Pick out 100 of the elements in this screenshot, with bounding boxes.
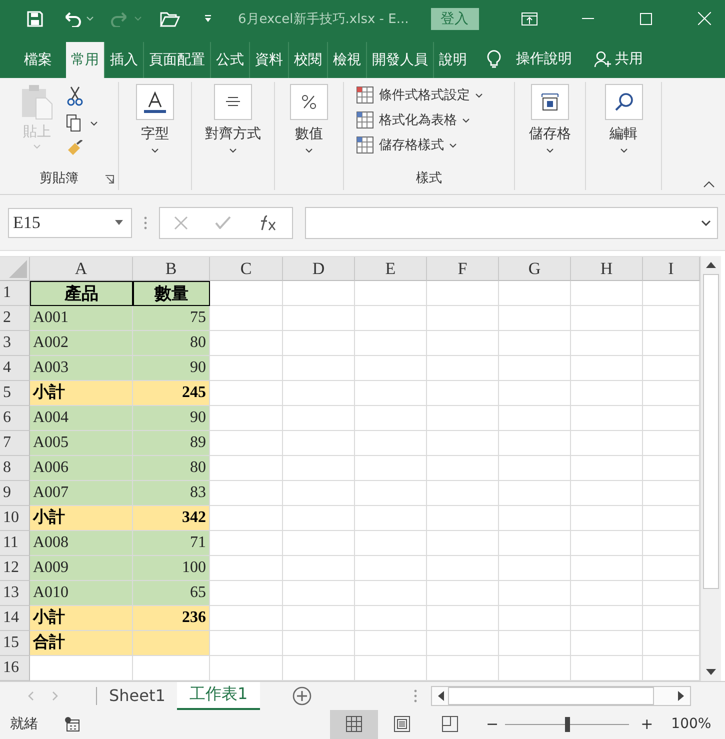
close-icon[interactable] xyxy=(698,12,711,26)
ribbon-tab[interactable]: 開發人員 xyxy=(366,42,433,78)
row-header[interactable]: 11 xyxy=(0,530,30,556)
row-header[interactable]: 6 xyxy=(0,406,30,431)
row-header[interactable]: 1 xyxy=(0,280,30,306)
insert-function-icon[interactable] xyxy=(258,214,278,232)
maximize-icon[interactable] xyxy=(640,12,652,25)
ribbon-tab[interactable]: 資料 xyxy=(249,42,288,78)
caret-icon[interactable] xyxy=(115,220,123,226)
row-header[interactable]: 14 xyxy=(0,606,30,631)
zoom-slider-thumb[interactable] xyxy=(564,716,570,732)
cells-button[interactable] xyxy=(531,84,569,120)
caret-icon[interactable] xyxy=(151,148,159,154)
row-header[interactable]: 3 xyxy=(0,330,30,356)
caret-icon[interactable] xyxy=(449,142,457,148)
sheet-tab[interactable]: 工作表1 xyxy=(177,682,260,710)
tell-me-search[interactable]: 操作說明 xyxy=(516,50,572,68)
caret-icon[interactable] xyxy=(90,120,98,126)
row-header[interactable]: 12 xyxy=(0,556,30,581)
caret-icon[interactable] xyxy=(620,148,628,154)
name-box[interactable]: E15 xyxy=(8,208,132,238)
font-button[interactable] xyxy=(136,84,174,120)
row-header[interactable]: 2 xyxy=(0,306,30,331)
collapse-ribbon-icon[interactable] xyxy=(703,181,715,188)
grip-icon[interactable] xyxy=(144,216,147,230)
row-header[interactable]: 10 xyxy=(0,506,30,531)
ribbon-tab[interactable]: 頁面配置 xyxy=(143,42,210,78)
zoom-out-button[interactable]: − xyxy=(486,715,499,734)
number-button[interactable] xyxy=(290,84,328,120)
expand-caret-icon[interactable] xyxy=(701,220,711,226)
column-header[interactable]: C xyxy=(210,256,283,281)
font-label[interactable]: 字型 xyxy=(141,125,169,144)
add-sheet-icon[interactable] xyxy=(292,686,312,706)
ribbon-tab[interactable]: 插入 xyxy=(104,42,143,78)
style-menu-button[interactable]: 格式化為表格 xyxy=(379,111,457,130)
share-button[interactable]: 共用 xyxy=(615,50,643,68)
row-header[interactable]: 5 xyxy=(0,380,30,406)
caret-icon[interactable] xyxy=(462,118,470,123)
formula-input[interactable] xyxy=(305,206,718,239)
format-painter-icon[interactable] xyxy=(66,140,84,156)
scroll-down-icon[interactable] xyxy=(706,668,716,675)
save-icon[interactable] xyxy=(26,10,44,28)
scroll-up-icon[interactable] xyxy=(706,262,716,268)
style-menu-button[interactable]: 儲存格樣式 xyxy=(379,136,444,154)
editing-label[interactable]: 編輯 xyxy=(610,125,638,144)
scissors-icon[interactable] xyxy=(66,86,84,106)
number-label[interactable]: 數值 xyxy=(295,125,323,144)
caret-icon[interactable] xyxy=(229,148,237,154)
lightbulb-icon[interactable] xyxy=(486,48,502,68)
row-header[interactable]: 13 xyxy=(0,580,30,606)
ribbon-tab[interactable]: 檔案 xyxy=(16,42,66,78)
column-header[interactable]: A xyxy=(30,256,133,281)
row-header[interactable]: 16 xyxy=(0,656,30,681)
caret-icon[interactable] xyxy=(475,92,483,98)
column-header[interactable]: I xyxy=(643,256,700,281)
row-header[interactable]: 8 xyxy=(0,456,30,481)
zoom-in-button[interactable]: + xyxy=(640,715,654,734)
minimize-icon[interactable] xyxy=(582,18,594,20)
ribbon-tab[interactable]: 說明 xyxy=(433,42,472,78)
column-header[interactable]: F xyxy=(427,256,499,281)
alignment-button[interactable] xyxy=(214,84,252,120)
customize-caret-icon[interactable] xyxy=(204,14,212,23)
row-header[interactable]: 15 xyxy=(0,630,30,656)
column-header[interactable]: B xyxy=(133,256,210,281)
sheet-tab[interactable]: Sheet1 xyxy=(97,682,178,710)
ribbon-tab[interactable]: 校閱 xyxy=(288,42,327,78)
copy-icon[interactable] xyxy=(66,114,82,132)
alignment-label[interactable]: 對齊方式 xyxy=(205,125,261,144)
ribbon-tab[interactable]: 常用 xyxy=(66,42,104,78)
ribbon-tab[interactable]: 檢視 xyxy=(327,42,366,78)
cells-label[interactable]: 儲存格 xyxy=(529,125,571,144)
enter-check-icon[interactable] xyxy=(214,216,231,230)
ribbon-display-icon[interactable] xyxy=(520,12,538,26)
horizontal-scrollbar[interactable] xyxy=(430,686,691,706)
scroll-left-icon[interactable] xyxy=(438,690,444,701)
vertical-scrollbar[interactable] xyxy=(700,256,721,681)
column-header[interactable]: D xyxy=(283,256,355,281)
macro-record-icon[interactable] xyxy=(64,716,80,732)
column-header[interactable]: G xyxy=(499,256,571,281)
style-menu-button[interactable]: 條件式格式設定 xyxy=(379,86,470,104)
row-header[interactable]: 9 xyxy=(0,480,30,506)
dialog-launcher-icon[interactable] xyxy=(105,175,114,184)
ribbon-tab[interactable]: 公式 xyxy=(210,42,249,78)
clipboard-icon[interactable] xyxy=(20,84,54,120)
editing-button[interactable] xyxy=(604,84,642,120)
grip-icon[interactable] xyxy=(414,688,417,703)
row-header[interactable]: 4 xyxy=(0,356,30,381)
zoom-level[interactable]: 100% xyxy=(671,716,712,732)
normal-view-button[interactable] xyxy=(330,710,378,739)
caret-icon[interactable] xyxy=(546,148,554,154)
person-icon[interactable] xyxy=(594,50,612,68)
column-header[interactable]: H xyxy=(571,256,643,281)
scroll-right-icon[interactable] xyxy=(678,690,684,701)
column-header[interactable]: E xyxy=(355,256,427,281)
table-style-icon[interactable] xyxy=(356,136,374,154)
table-style-icon[interactable] xyxy=(356,86,374,104)
row-header[interactable]: 7 xyxy=(0,430,30,456)
table-style-icon[interactable] xyxy=(356,111,374,130)
folder-icon[interactable] xyxy=(160,10,180,27)
caret-icon[interactable] xyxy=(305,148,313,154)
